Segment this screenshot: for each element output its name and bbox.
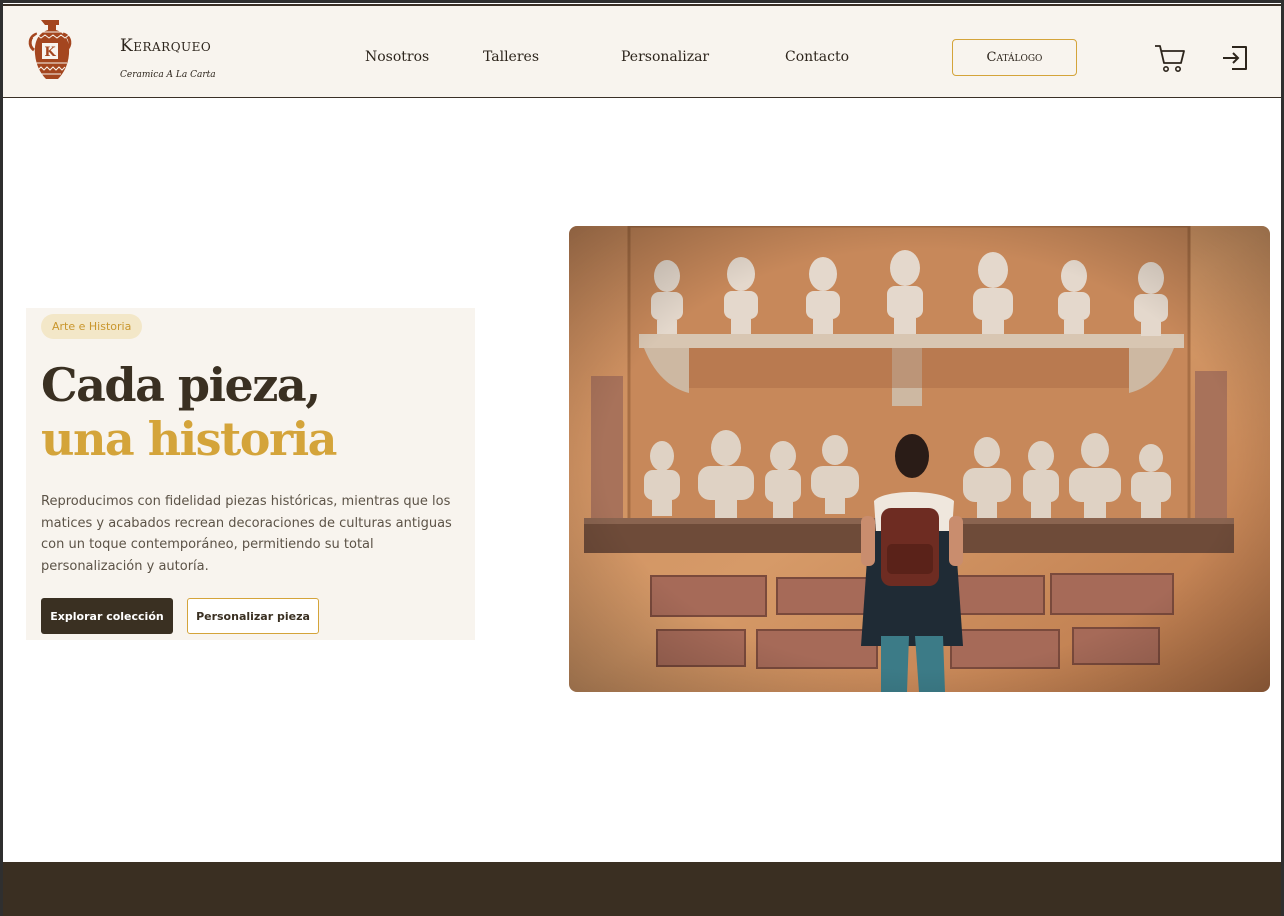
nav-talleres[interactable]: Talleres: [483, 49, 539, 65]
hero-title-line1: Cada pieza,: [41, 358, 321, 412]
museum-busts-image: [569, 226, 1270, 692]
cart-icon[interactable]: [1154, 43, 1186, 73]
nav-personalizar[interactable]: Personalizar: [621, 49, 709, 65]
brand-name[interactable]: Kerarqueo: [120, 36, 211, 56]
category-badge: Arte e Historia: [41, 314, 143, 339]
amphora-logo[interactable]: K: [27, 18, 73, 84]
footer-band: [3, 862, 1281, 916]
site-header: K Kerarqueo Ceramica A La Carta Nosotros…: [3, 4, 1281, 98]
svg-text:K: K: [44, 45, 56, 60]
nav-nosotros[interactable]: Nosotros: [365, 49, 429, 65]
customize-piece-button[interactable]: Personalizar pieza: [187, 598, 319, 634]
explore-collection-button[interactable]: Explorar colección: [41, 598, 173, 634]
hero-description: Reproducimos con fidelidad piezas histór…: [41, 494, 452, 574]
nav-contacto[interactable]: Contacto: [785, 49, 849, 65]
catalog-button[interactable]: Catálogo: [952, 39, 1077, 76]
login-icon[interactable]: [1220, 44, 1250, 72]
page-frame: K Kerarqueo Ceramica A La Carta Nosotros…: [3, 3, 1281, 916]
hero-title-line2: una historia: [41, 412, 337, 466]
brand-tagline: Ceramica A La Carta: [120, 70, 216, 80]
hero-card: Arte e Historia Cada pieza, una historia…: [26, 308, 475, 640]
